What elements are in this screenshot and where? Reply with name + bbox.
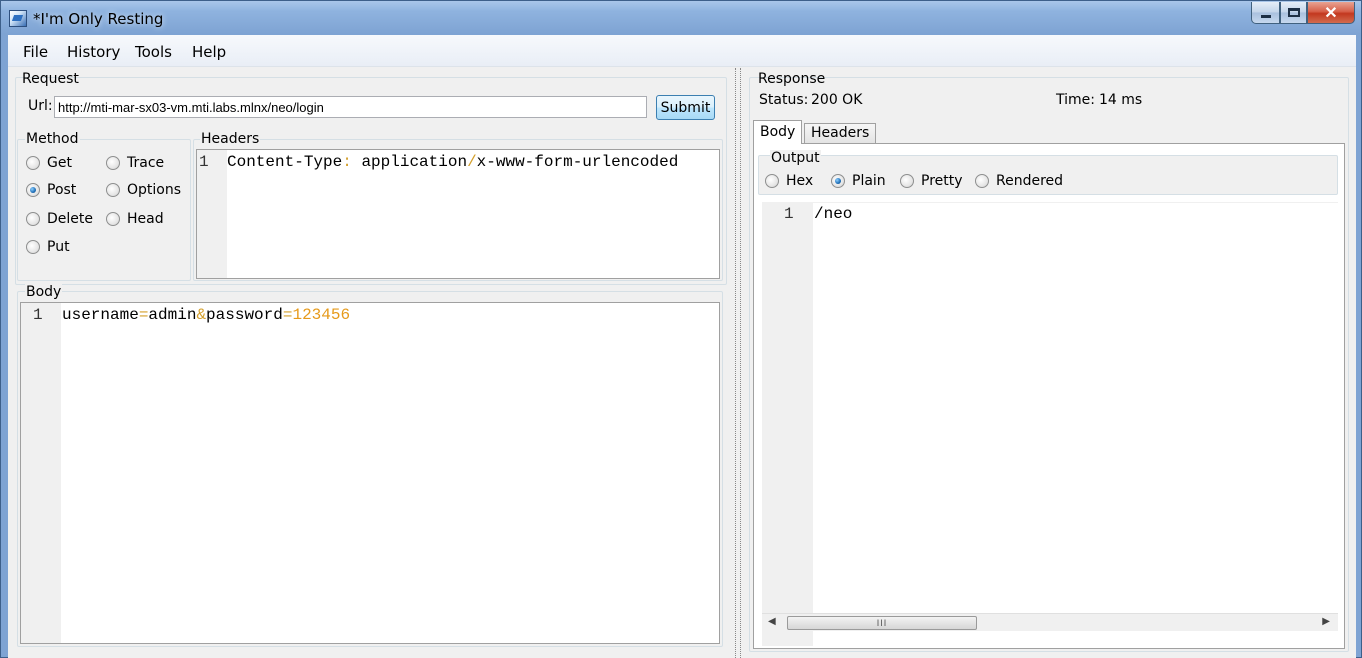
output-pretty-label: Pretty: [921, 173, 963, 189]
method-delete-radio[interactable]: Delete: [26, 211, 93, 227]
app-window: *I'm Only Resting ✕ File History Tools H…: [0, 0, 1362, 658]
radio-indicator: [26, 240, 40, 254]
headers-title: Headers: [200, 131, 261, 147]
method-post-label: Post: [47, 182, 77, 198]
method-title: Method: [25, 131, 80, 147]
header-key: Content-Type: [227, 153, 343, 171]
time-value: 14 ms: [1099, 92, 1143, 108]
submit-button[interactable]: Submit: [656, 95, 715, 120]
headers-code-line: Content-Type: application/x-www-form-url…: [227, 153, 678, 171]
body-title: Body: [25, 284, 63, 300]
menu-bar: File History Tools Help: [8, 35, 1356, 67]
horizontal-scrollbar[interactable]: ◀ III ▶: [762, 613, 1338, 631]
menu-file[interactable]: File: [23, 43, 48, 61]
method-trace-radio[interactable]: Trace: [106, 155, 164, 171]
header-slash: /: [467, 153, 477, 171]
response-tab-page: Output Hex Plain Pretty Rendered 1 /neo …: [753, 143, 1345, 649]
output-rendered-radio[interactable]: Rendered: [975, 173, 1063, 189]
output-hex-radio[interactable]: Hex: [765, 173, 813, 189]
headers-line-number: 1: [199, 153, 209, 171]
param-value-number: 123456: [292, 306, 351, 324]
response-code-line: /neo: [814, 205, 852, 223]
status-label: Status:: [759, 92, 809, 108]
body-code-line: username=admin&password=123456: [62, 306, 350, 324]
output-pretty-radio[interactable]: Pretty: [900, 173, 963, 189]
method-trace-label: Trace: [127, 155, 165, 171]
method-options-radio[interactable]: Options: [106, 182, 181, 198]
radio-indicator: [900, 174, 914, 188]
param-ampersand: &: [196, 306, 207, 324]
scroll-right-icon[interactable]: ▶: [1322, 616, 1330, 627]
status-value: 200 OK: [811, 92, 863, 108]
response-line-number: 1: [784, 205, 794, 223]
client-area: File History Tools Help Request Url: Sub…: [8, 35, 1356, 658]
response-gutter: [762, 203, 813, 646]
minimize-icon: [1260, 14, 1271, 18]
panel-splitter[interactable]: [735, 68, 741, 658]
method-get-label: Get: [47, 155, 72, 171]
url-label: Url:: [28, 98, 53, 114]
radio-indicator: [106, 156, 120, 170]
radio-indicator: [975, 174, 989, 188]
method-put-radio[interactable]: Put: [26, 239, 70, 255]
body-line-number: 1: [33, 306, 43, 324]
headers-editor[interactable]: 1 Content-Type: application/x-www-form-u…: [196, 149, 720, 279]
param-equals: =: [138, 306, 149, 324]
header-value-subtype: x-www-form-urlencoded: [476, 153, 679, 171]
radio-indicator-selected: [26, 183, 40, 197]
menu-help[interactable]: Help: [192, 43, 226, 61]
radio-indicator: [26, 156, 40, 170]
response-title: Response: [758, 71, 826, 87]
tab-body[interactable]: Body: [753, 120, 803, 144]
maximize-button[interactable]: [1280, 2, 1307, 24]
window-title: *I'm Only Resting: [33, 10, 164, 28]
header-separator: :: [342, 153, 352, 171]
close-button[interactable]: ✕: [1307, 2, 1355, 24]
request-title: Request: [22, 71, 79, 87]
radio-indicator: [26, 212, 40, 226]
method-delete-label: Delete: [47, 211, 93, 227]
time-label: Time:: [1056, 92, 1095, 108]
radio-indicator: [765, 174, 779, 188]
output-hex-label: Hex: [786, 173, 814, 189]
method-get-radio[interactable]: Get: [26, 155, 72, 171]
output-rendered-label: Rendered: [996, 173, 1064, 189]
param-key: username: [62, 306, 139, 324]
param-key: password: [206, 306, 283, 324]
header-value-type: application: [361, 153, 468, 171]
url-input[interactable]: [54, 96, 647, 118]
menu-tools[interactable]: Tools: [135, 43, 172, 61]
body-gutter: [21, 303, 61, 643]
app-icon: [9, 10, 27, 27]
method-options-label: Options: [127, 182, 182, 198]
body-editor[interactable]: 1 username=admin&password=123456: [20, 302, 720, 644]
radio-indicator-selected: [831, 174, 845, 188]
scrollbar-thumb[interactable]: III: [787, 616, 977, 630]
close-icon: ✕: [1324, 4, 1338, 22]
response-text: /neo: [814, 205, 853, 223]
scroll-left-icon[interactable]: ◀: [768, 616, 776, 627]
radio-indicator: [106, 212, 120, 226]
output-plain-radio[interactable]: Plain: [831, 173, 886, 189]
output-plain-label: Plain: [852, 173, 886, 189]
output-title: Output: [770, 150, 821, 166]
tab-headers[interactable]: Headers: [804, 123, 877, 143]
maximize-icon: [1287, 8, 1300, 17]
title-bar[interactable]: *I'm Only Resting ✕: [1, 1, 1361, 35]
param-value: admin: [148, 306, 197, 324]
radio-indicator: [106, 183, 120, 197]
method-put-label: Put: [47, 239, 70, 255]
response-body-viewer[interactable]: 1 /neo ◀ III ▶: [762, 202, 1338, 646]
method-head-radio[interactable]: Head: [106, 211, 164, 227]
method-post-radio[interactable]: Post: [26, 182, 76, 198]
window-controls: ✕: [1251, 2, 1355, 24]
method-head-label: Head: [127, 211, 164, 227]
menu-history[interactable]: History: [67, 43, 120, 61]
minimize-button[interactable]: [1251, 2, 1280, 24]
